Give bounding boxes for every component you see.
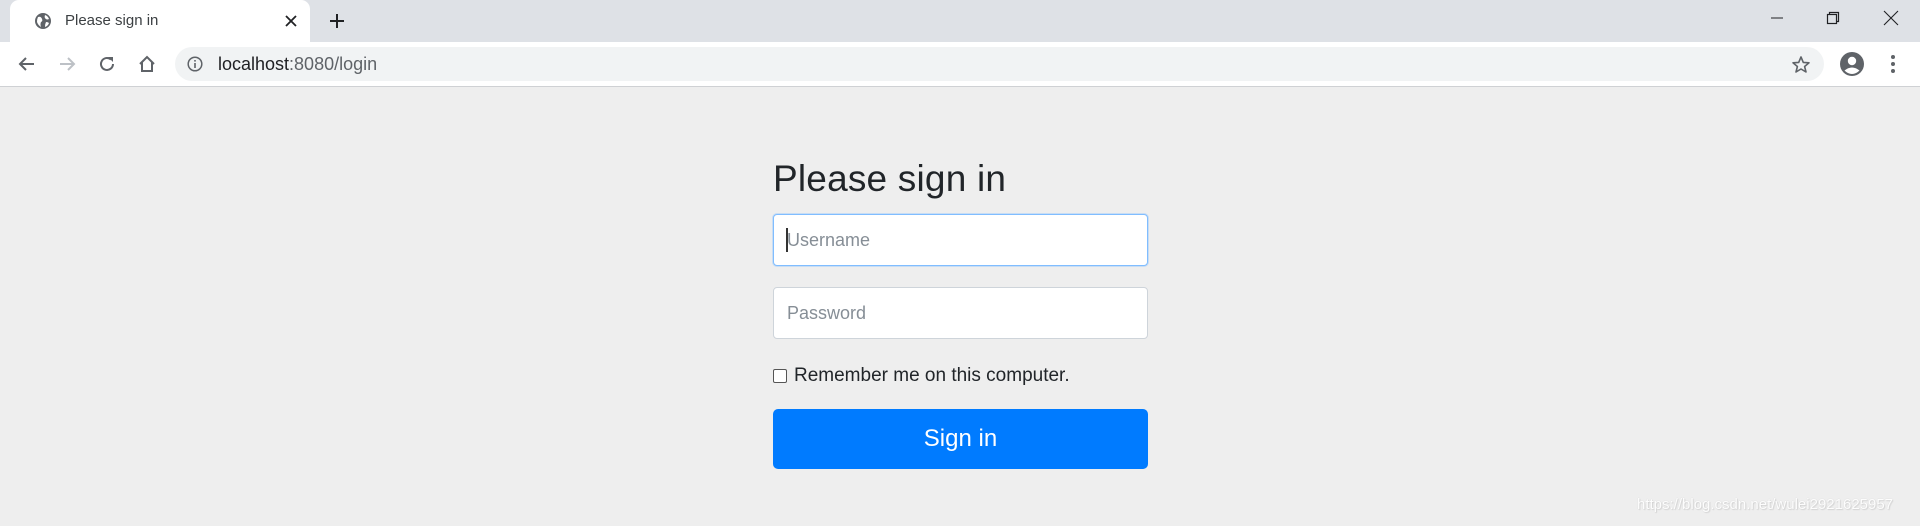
url-text[interactable]: localhost:8080/login (218, 54, 377, 75)
globe-icon (34, 12, 52, 30)
account-circle-icon[interactable] (1839, 51, 1865, 77)
reload-icon[interactable] (93, 50, 121, 78)
sign-in-button[interactable]: Sign in (773, 409, 1148, 469)
remember-me-row[interactable]: Remember me on this computer. (773, 365, 1070, 387)
tab-please-sign-in[interactable]: Please sign in (10, 0, 310, 42)
home-icon[interactable] (133, 50, 161, 78)
page-title: Please sign in (773, 158, 1007, 199)
remember-me-label[interactable]: Remember me on this computer. (794, 365, 1070, 387)
remember-me-checkbox[interactable] (773, 369, 787, 383)
browser-toolbar: localhost:8080/login (0, 42, 1920, 87)
tab-strip: Please sign in (0, 0, 1920, 42)
restore-icon[interactable] (1818, 6, 1848, 30)
star-icon[interactable] (1791, 55, 1811, 75)
arrow-left-icon[interactable] (13, 50, 41, 78)
new-tab-icon[interactable] (326, 10, 348, 32)
password-input[interactable] (773, 287, 1148, 339)
tab-title: Please sign in (65, 12, 159, 29)
kebab-menu-icon[interactable] (1883, 51, 1903, 77)
page-content: Please sign in Remember me on this compu… (0, 88, 1920, 526)
watermark: https://blog.csdn.net/wulei2921625957 (1637, 496, 1894, 513)
address-bar[interactable]: localhost:8080/login (175, 47, 1824, 81)
minimize-icon[interactable] (1762, 6, 1792, 30)
text-caret (786, 228, 788, 252)
info-icon[interactable] (187, 56, 203, 72)
url-path: :8080/login (289, 54, 378, 74)
close-tab-icon[interactable] (281, 11, 301, 31)
arrow-right-icon[interactable] (53, 50, 81, 78)
username-input[interactable] (773, 214, 1148, 266)
url-host: localhost (218, 54, 290, 74)
window-close-icon[interactable] (1876, 6, 1906, 30)
